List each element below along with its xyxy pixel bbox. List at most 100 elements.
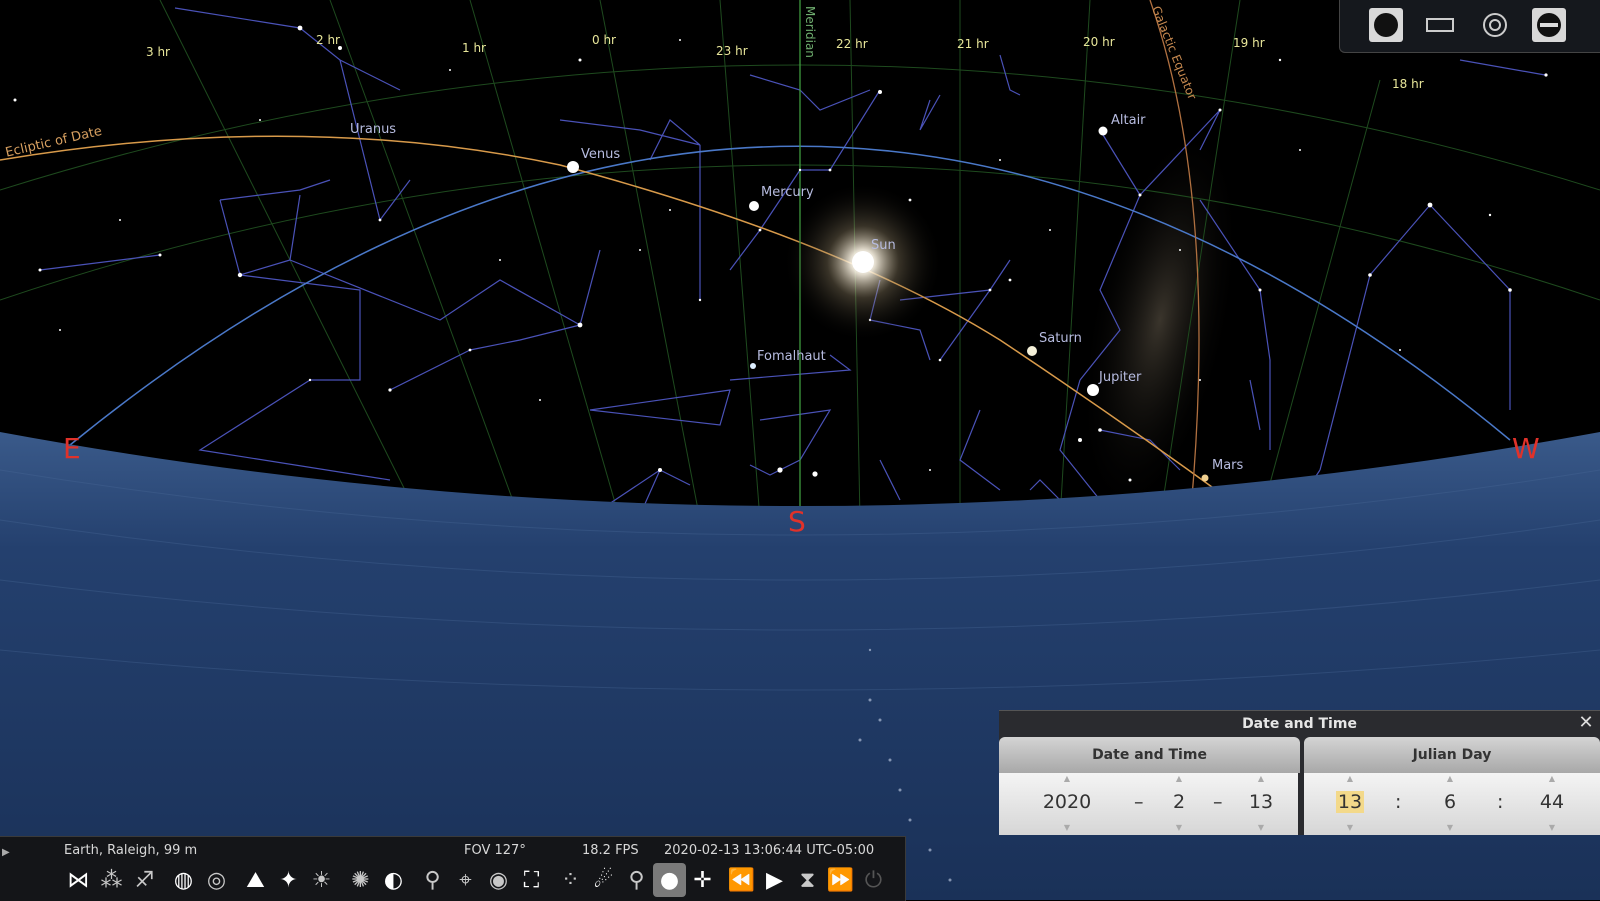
target-view-button[interactable] bbox=[1478, 8, 1512, 42]
planet-labels-button[interactable]: ◐ bbox=[377, 863, 410, 897]
fomalhaut-marker[interactable] bbox=[750, 363, 756, 369]
uranus-label[interactable]: Uranus bbox=[350, 122, 396, 137]
date-separator: – bbox=[1134, 791, 1144, 813]
galaxy-icon: ✺ bbox=[351, 867, 370, 893]
constellation-lines-button[interactable]: ⋈ bbox=[62, 863, 95, 897]
month-spinner[interactable]: ▲ 2 ▼ bbox=[1161, 773, 1197, 835]
rectangle-icon bbox=[1426, 18, 1454, 32]
equatorial-grid-button[interactable]: ◍ bbox=[167, 863, 200, 897]
ra-label-2hr: 2 hr bbox=[316, 33, 340, 47]
chevron-up-icon[interactable]: ▲ bbox=[1328, 774, 1372, 783]
hour-spinner[interactable]: ▲ 13 ▼ bbox=[1328, 773, 1372, 835]
chevron-down-icon[interactable]: ▼ bbox=[1328, 823, 1372, 832]
search-icon: ⚲ bbox=[628, 867, 645, 893]
minute-spinner[interactable]: ▲ 6 ▼ bbox=[1430, 773, 1470, 835]
sphere-icon bbox=[1374, 13, 1398, 37]
rewind-icon: ⏪ bbox=[727, 867, 756, 893]
current-time-button[interactable]: ⧗ bbox=[791, 863, 824, 897]
chevron-up-icon[interactable]: ▲ bbox=[1430, 774, 1470, 783]
satellite-icon: ✛ bbox=[693, 867, 712, 893]
fullscreen-button[interactable]: ⛶ bbox=[515, 863, 548, 897]
target-grid-icon: ◎ bbox=[206, 867, 227, 893]
play-button[interactable]: ▶ bbox=[758, 863, 791, 897]
mars-label[interactable]: Mars bbox=[1212, 458, 1243, 473]
ra-label-21hr: 21 hr bbox=[957, 37, 989, 51]
exoplanets-button[interactable]: ⁘ bbox=[554, 863, 587, 897]
deep-sky-button[interactable]: ✺ bbox=[344, 863, 377, 897]
date-separator: – bbox=[1213, 791, 1223, 813]
increase-speed-button[interactable]: ⏩ bbox=[824, 863, 857, 897]
atmosphere-button[interactable]: ☀ bbox=[305, 863, 338, 897]
ra-label-0hr: 0 hr bbox=[592, 33, 616, 47]
chevron-down-icon[interactable]: ▼ bbox=[1027, 823, 1107, 832]
venus-label[interactable]: Venus bbox=[581, 147, 620, 162]
saturn-label[interactable]: Saturn bbox=[1039, 331, 1082, 346]
ground-button[interactable]: ⛰ bbox=[239, 863, 272, 897]
fomalhaut-label[interactable]: Fomalhaut bbox=[757, 349, 826, 364]
time-separator: : bbox=[1395, 791, 1402, 813]
altair-marker[interactable] bbox=[1098, 126, 1108, 136]
ra-label-18hr: 18 hr bbox=[1392, 77, 1424, 91]
equatorial-mount-button[interactable]: ⚲ bbox=[416, 863, 449, 897]
chevron-up-icon[interactable]: ▲ bbox=[1239, 774, 1283, 783]
constellation-art-button[interactable]: ♐ bbox=[128, 863, 161, 897]
telescope-icon bbox=[1537, 13, 1561, 37]
mercury-label[interactable]: Mercury bbox=[761, 185, 814, 200]
cardinal-south: S bbox=[788, 505, 806, 538]
compass-star-icon: ✦ bbox=[279, 867, 298, 893]
ra-label-19hr: 19 hr bbox=[1233, 36, 1265, 50]
saturn-marker[interactable] bbox=[1027, 346, 1037, 356]
tab-date-and-time[interactable]: Date and Time bbox=[999, 737, 1300, 773]
chevron-down-icon[interactable]: ▼ bbox=[1239, 823, 1283, 832]
meridian-label: Meridian bbox=[803, 6, 817, 58]
location-text: Earth, Raleigh, 99 m bbox=[64, 843, 198, 858]
jupiter-label[interactable]: Jupiter bbox=[1099, 370, 1141, 385]
chevron-down-icon[interactable]: ▼ bbox=[1530, 823, 1574, 832]
constellation-labels-button[interactable]: ⁂ bbox=[95, 863, 128, 897]
second-spinner[interactable]: ▲ 44 ▼ bbox=[1530, 773, 1574, 835]
view-mode-bar bbox=[1339, 0, 1600, 53]
mount-icon: ⚲ bbox=[424, 867, 441, 893]
fps-text: 18.2 FPS bbox=[582, 843, 639, 858]
search-button[interactable]: ⚲ bbox=[620, 863, 653, 897]
ra-label-1hr: 1 hr bbox=[462, 41, 486, 55]
venus-marker[interactable] bbox=[567, 161, 579, 173]
jupiter-marker[interactable] bbox=[1087, 384, 1099, 396]
fov-text: FOV 127° bbox=[464, 843, 526, 858]
mercury-marker[interactable] bbox=[749, 201, 759, 211]
sun-label[interactable]: Sun bbox=[871, 238, 896, 253]
chevron-down-icon[interactable]: ▼ bbox=[1430, 823, 1470, 832]
telescope-view-button[interactable] bbox=[1532, 8, 1566, 42]
collapse-arrow-icon[interactable]: ▶ bbox=[2, 847, 10, 858]
sun-marker[interactable] bbox=[852, 251, 874, 273]
ra-label-3hr: 3 hr bbox=[146, 45, 170, 59]
constellation-lines-icon: ⋈ bbox=[67, 867, 90, 893]
sphere-view-button[interactable] bbox=[1369, 8, 1403, 42]
day-spinner[interactable]: ▲ 13 ▼ bbox=[1239, 773, 1283, 835]
ocular-button[interactable]: ● bbox=[653, 863, 686, 897]
satellites-button[interactable]: ✛ bbox=[686, 863, 719, 897]
chevron-down-icon[interactable]: ▼ bbox=[1161, 823, 1197, 832]
center-object-button[interactable]: ⌖ bbox=[449, 863, 482, 897]
main-toolbar: ⋈ ⁂ ♐ ◍ ◎ ⛰ ✦ ☀ ✺ ◐ ⚲ ⌖ ◉ ⛶ ⁘ ☄ ⚲ ● ✛ ⏪ … bbox=[62, 863, 890, 897]
rectangle-view-button[interactable] bbox=[1423, 8, 1457, 42]
chevron-up-icon[interactable]: ▲ bbox=[1161, 774, 1197, 783]
mars-marker[interactable] bbox=[1201, 474, 1209, 482]
chevron-up-icon[interactable]: ▲ bbox=[1530, 774, 1574, 783]
hour-value: 13 bbox=[1335, 791, 1365, 813]
cardinal-points-button[interactable]: ✦ bbox=[272, 863, 305, 897]
day-value: 13 bbox=[1248, 791, 1274, 813]
decrease-speed-button[interactable]: ⏪ bbox=[725, 863, 758, 897]
night-mode-button[interactable]: ◉ bbox=[482, 863, 515, 897]
atmosphere-icon: ☀ bbox=[311, 867, 332, 893]
chevron-up-icon[interactable]: ▲ bbox=[1027, 774, 1107, 783]
azimuthal-grid-button[interactable]: ◎ bbox=[200, 863, 233, 897]
tab-julian-day[interactable]: Julian Day bbox=[1304, 737, 1600, 773]
meteor-showers-button[interactable]: ☄ bbox=[587, 863, 620, 897]
date-time-dialog: Date and Time ✕ Date and Time Julian Day… bbox=[999, 710, 1600, 835]
year-spinner[interactable]: ▲ 2020 ▼ bbox=[1027, 773, 1107, 835]
date-fields: ▲ 2020 ▼ – ▲ 2 ▼ – ▲ 13 ▼ bbox=[999, 773, 1298, 835]
quit-button[interactable]: ⏻ bbox=[857, 863, 890, 897]
altair-label[interactable]: Altair bbox=[1111, 113, 1146, 128]
close-icon[interactable]: ✕ bbox=[1576, 713, 1596, 733]
